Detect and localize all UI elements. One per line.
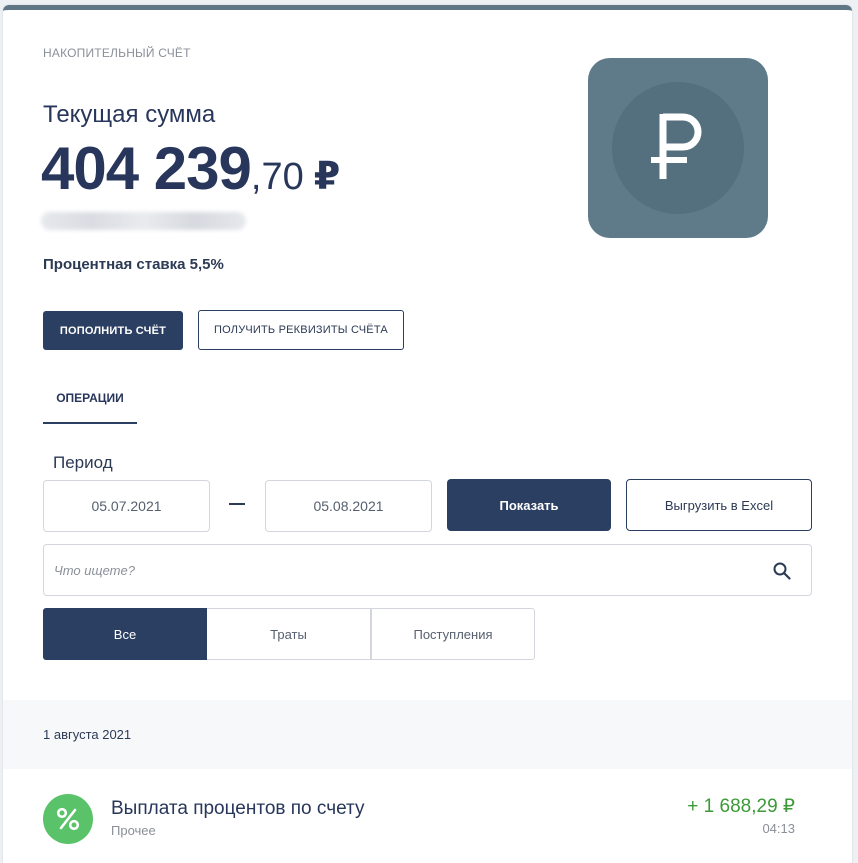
balance-currency: ₽ — [313, 156, 341, 198]
blurred-account-number — [41, 212, 246, 230]
filter-all-button[interactable]: Все — [43, 608, 207, 660]
filter-income-button[interactable]: Поступления — [371, 608, 535, 660]
transaction-date-group: 1 августа 2021 — [3, 700, 852, 769]
show-button[interactable]: Показать — [447, 479, 611, 531]
transaction-category: Прочее — [111, 823, 156, 838]
ruble-glyph-icon — [651, 113, 702, 179]
ruble-icon — [612, 82, 744, 214]
search-input[interactable] — [54, 545, 734, 595]
topup-button[interactable]: ПОПОЛНИТЬ СЧЁТ — [43, 311, 183, 350]
ruble-tile — [588, 58, 768, 238]
account-card: НАКОПИТЕЛЬНЫЙ СЧЁТ Текущая сумма 404 239… — [3, 5, 852, 863]
interest-rate: Процентная ставка 5,5% — [43, 256, 224, 273]
date-to-field[interactable]: 05.08.2021 — [265, 480, 432, 532]
filter-spend-button[interactable]: Траты — [207, 608, 371, 660]
transaction-group-date: 1 августа 2021 — [43, 727, 132, 742]
export-excel-button[interactable]: Выгрузить в Excel — [626, 479, 812, 531]
period-label: Период — [53, 453, 113, 472]
search-icon[interactable] — [773, 562, 791, 580]
transaction-time: 04:13 — [762, 821, 795, 836]
balance-integer: 404 239 — [41, 135, 252, 202]
account-balance: 404 239,70 ₽ — [41, 134, 340, 203]
current-amount-label: Текущая сумма — [43, 101, 216, 128]
tab-operations[interactable]: ОПЕРАЦИИ — [43, 384, 137, 424]
percent-glyph-icon — [56, 807, 80, 831]
date-from-field[interactable]: 05.07.2021 — [43, 480, 210, 532]
search-box — [43, 544, 812, 596]
account-type-label: НАКОПИТЕЛЬНЫЙ СЧЁТ — [43, 46, 191, 60]
balance-fraction: ,70 — [250, 156, 304, 198]
date-range-dash — [229, 503, 245, 505]
get-details-button[interactable]: ПОЛУЧИТЬ РЕКВИЗИТЫ СЧЁТА — [198, 310, 404, 350]
transaction-amount: + 1 688,29 ₽ — [687, 796, 795, 817]
transaction-title[interactable]: Выплата процентов по счету — [111, 798, 364, 820]
percent-icon — [43, 794, 93, 844]
